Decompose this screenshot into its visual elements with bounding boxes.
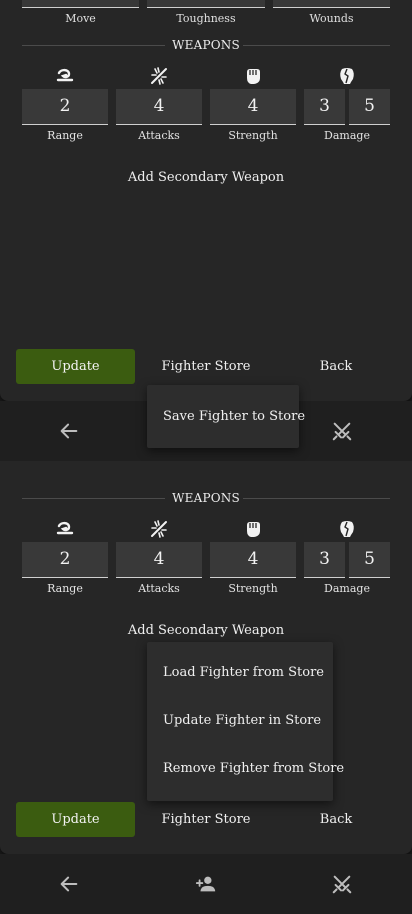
back-button[interactable]: Back [300,802,372,837]
attacks-field[interactable]: 4 [116,89,202,125]
back-arrow-icon[interactable] [58,420,80,442]
toughness-field[interactable] [147,0,265,8]
add-person-icon[interactable] [195,873,217,895]
attacks-label: Attacks [138,582,180,595]
back-arrow-icon[interactable] [58,873,80,895]
weapons-divider: WEAPONS [22,38,390,52]
attacks-field[interactable]: 4 [116,542,202,578]
menu-item-update-fighter[interactable]: Update Fighter in Store [147,697,333,745]
damage-label: Damage [324,129,370,142]
strength-field[interactable]: 4 [210,89,296,125]
strength-field[interactable]: 4 [210,542,296,578]
damage-icon [337,519,357,539]
add-secondary-weapon-button[interactable]: Add Secondary Weapon [0,170,412,185]
menu-item-remove-fighter[interactable]: Remove Fighter from Store [147,745,344,793]
wounds-field[interactable] [273,0,390,8]
damage-icon [337,66,357,86]
toughness-label: Toughness [176,12,236,25]
range-label: Range [47,582,83,595]
back-button[interactable]: Back [300,349,372,384]
attacks-icon [149,66,169,86]
move-field[interactable] [22,0,139,8]
store-menu-save: Save Fighter to Store [147,385,305,448]
stat-row-partial: Move Toughness Wounds [22,0,390,30]
crossed-swords-icon[interactable] [331,873,353,895]
damage-normal-field[interactable]: 3 [304,542,345,578]
weapons-title: WEAPONS [172,491,240,505]
attacks-label: Attacks [138,129,180,142]
screen-bottom: WEAPONS 2 4 4 3 5 Range Attacks Strength… [0,461,412,914]
damage-normal-field[interactable]: 3 [304,89,345,125]
strength-icon [243,519,263,539]
bottom-nav [0,854,412,914]
menu-item-load-fighter[interactable]: Load Fighter from Store [147,649,333,697]
store-menu-manage: Load Fighter from Store Update Fighter i… [147,642,344,801]
weapons-title: WEAPONS [172,38,240,52]
weapon-icon-row [22,66,390,86]
update-button[interactable]: Update [16,802,135,837]
add-secondary-weapon-button[interactable]: Add Secondary Weapon [0,623,412,638]
range-field[interactable]: 2 [22,542,108,578]
menu-item-save-fighter[interactable]: Save Fighter to Store [147,393,305,441]
screen-top: Move Toughness Wounds WEAPONS 2 4 4 3 5 … [0,0,412,461]
fighter-store-button[interactable]: Fighter Store [150,349,262,384]
move-label: Move [65,12,96,25]
crossed-swords-icon[interactable] [331,420,353,442]
damage-label: Damage [324,582,370,595]
wounds-label: Wounds [309,12,354,25]
strength-icon [243,66,263,86]
range-label: Range [47,129,83,142]
damage-crit-field[interactable]: 5 [349,542,390,578]
damage-crit-field[interactable]: 5 [349,89,390,125]
range-icon [55,519,75,539]
strength-label: Strength [228,582,278,595]
range-field[interactable]: 2 [22,89,108,125]
update-button[interactable]: Update [16,349,135,384]
strength-label: Strength [228,129,278,142]
range-icon [55,66,75,86]
weapon-icon-row [22,519,390,539]
fighter-store-button[interactable]: Fighter Store [150,802,262,837]
edit-panel: Move Toughness Wounds WEAPONS 2 4 4 3 5 … [0,0,412,401]
weapons-divider: WEAPONS [22,491,390,505]
attacks-icon [149,519,169,539]
